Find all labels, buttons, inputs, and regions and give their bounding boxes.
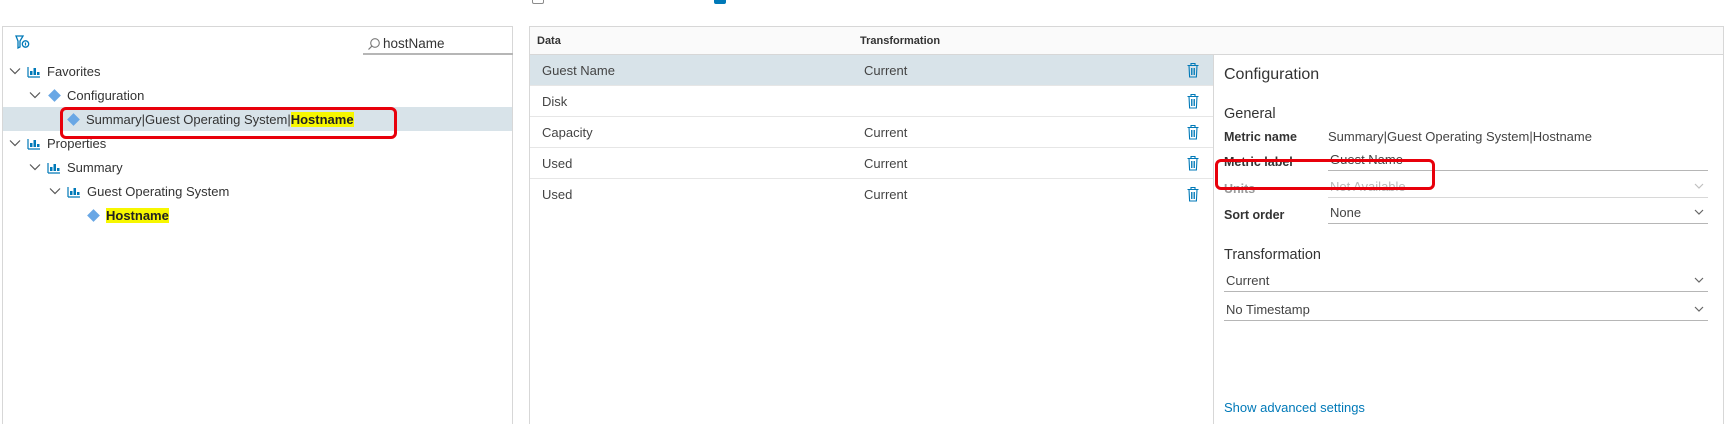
cell-data: Capacity [542, 125, 593, 140]
timestamp-select[interactable]: No Timestamp [1224, 299, 1708, 321]
metric-diamond-icon [48, 88, 61, 102]
column-header-data[interactable]: Data [537, 35, 561, 47]
trash-icon[interactable] [1186, 186, 1200, 202]
cell-data: Used [542, 187, 573, 202]
units-value: Not Available [1330, 179, 1406, 194]
sort-order-label: Sort order [1224, 208, 1285, 222]
metric-label-label: Metric label [1224, 155, 1293, 169]
cell-transformation: Current [864, 156, 908, 171]
cell-data: Guest Name [542, 63, 615, 78]
top-checkbox[interactable] [532, 0, 544, 4]
trash-icon[interactable] [1186, 155, 1200, 171]
metric-label-value: Guest Name [1330, 152, 1403, 167]
configuration-panel: Configuration General Metric name Summar… [1214, 55, 1723, 424]
search-icon [368, 38, 380, 50]
top-checkbox-checked[interactable] [714, 0, 726, 4]
chevron-down-icon [1694, 277, 1704, 283]
tree-toolbar [3, 27, 513, 57]
table-row[interactable]: Used Current [530, 148, 1213, 179]
cell-transformation: Current [864, 63, 908, 78]
trash-icon[interactable] [1186, 93, 1200, 109]
tree-label-configuration: Configuration [67, 87, 145, 103]
chevron-down-icon[interactable] [29, 89, 41, 101]
chevron-down-icon [1694, 183, 1704, 189]
search-input[interactable] [383, 33, 508, 53]
search-highlight: Hostname [290, 111, 354, 127]
transformation-value: Current [1226, 273, 1270, 288]
search-box [363, 33, 513, 55]
metric-label-field[interactable]: Guest Name [1328, 149, 1708, 171]
tree-label-favorites: Favorites [47, 63, 101, 79]
timestamp-value: No Timestamp [1226, 302, 1310, 317]
data-grid: Guest Name Current Disk Capacity Current… [530, 55, 1214, 424]
tree-node-selected-metric[interactable]: Summary|Guest Operating System| Hostname [3, 107, 512, 131]
transformation-heading: Transformation [1224, 247, 1321, 263]
chevron-down-icon[interactable] [29, 161, 41, 173]
metric-tree-panel: Favorites Configuration Summary|Guest Op… [2, 26, 513, 424]
metric-group-icon [27, 139, 40, 150]
metric-diamond-icon [87, 208, 100, 222]
tree-node-hostname[interactable]: Hostname [3, 203, 512, 227]
tree-node-favorites[interactable]: Favorites [3, 59, 512, 83]
metric-group-icon [67, 187, 80, 198]
sort-order-select[interactable]: None [1328, 202, 1708, 224]
tree-node-summary[interactable]: Summary [3, 155, 512, 179]
general-heading: General [1224, 106, 1276, 122]
units-select[interactable]: Not Available [1328, 176, 1708, 198]
metric-name-label: Metric name [1224, 130, 1297, 144]
chevron-down-icon[interactable] [9, 65, 21, 77]
tree-label-guest-os: Guest Operating System [87, 183, 230, 199]
transformation-select[interactable]: Current [1224, 270, 1708, 292]
table-row[interactable]: Disk [530, 86, 1213, 117]
metric-name-value: Summary|Guest Operating System|Hostname [1328, 129, 1592, 144]
cell-data: Used [542, 156, 573, 171]
dashboard-data-panel: Data Transformation Guest Name Current D… [529, 26, 1724, 424]
metric-diamond-icon [67, 112, 80, 126]
tree-node-configuration[interactable]: Configuration [3, 83, 512, 107]
chevron-down-icon[interactable] [9, 137, 21, 149]
configuration-title: Configuration [1224, 66, 1320, 83]
table-row[interactable]: Capacity Current [530, 117, 1213, 148]
grid-header: Data Transformation [530, 27, 1723, 55]
tree-node-properties[interactable]: Properties [3, 131, 512, 155]
cell-data: Disk [542, 94, 568, 109]
sort-order-value: None [1330, 205, 1362, 220]
show-advanced-settings-link[interactable]: Show advanced settings [1224, 400, 1365, 415]
chevron-down-icon [1694, 209, 1704, 215]
search-highlight: Hostname [106, 207, 169, 223]
chevron-down-icon[interactable] [49, 185, 61, 197]
tree-label-summary: Summary [67, 159, 123, 175]
metric-group-icon [27, 67, 40, 78]
table-row[interactable]: Used Current [530, 179, 1213, 210]
cell-transformation: Current [864, 187, 908, 202]
tree-label-selected-prefix: Summary|Guest Operating System| [86, 111, 291, 127]
units-label: Units [1224, 182, 1256, 196]
tree-label-properties: Properties [47, 135, 107, 151]
cell-transformation: Current [864, 125, 908, 140]
column-header-transformation[interactable]: Transformation [860, 35, 940, 47]
metric-group-icon [47, 163, 60, 174]
chevron-down-icon [1694, 306, 1704, 312]
table-row[interactable]: Guest Name Current [530, 55, 1213, 86]
trash-icon[interactable] [1186, 62, 1200, 78]
filter-icon[interactable] [13, 33, 31, 51]
tree-node-guest-os[interactable]: Guest Operating System [3, 179, 512, 203]
trash-icon[interactable] [1186, 124, 1200, 140]
